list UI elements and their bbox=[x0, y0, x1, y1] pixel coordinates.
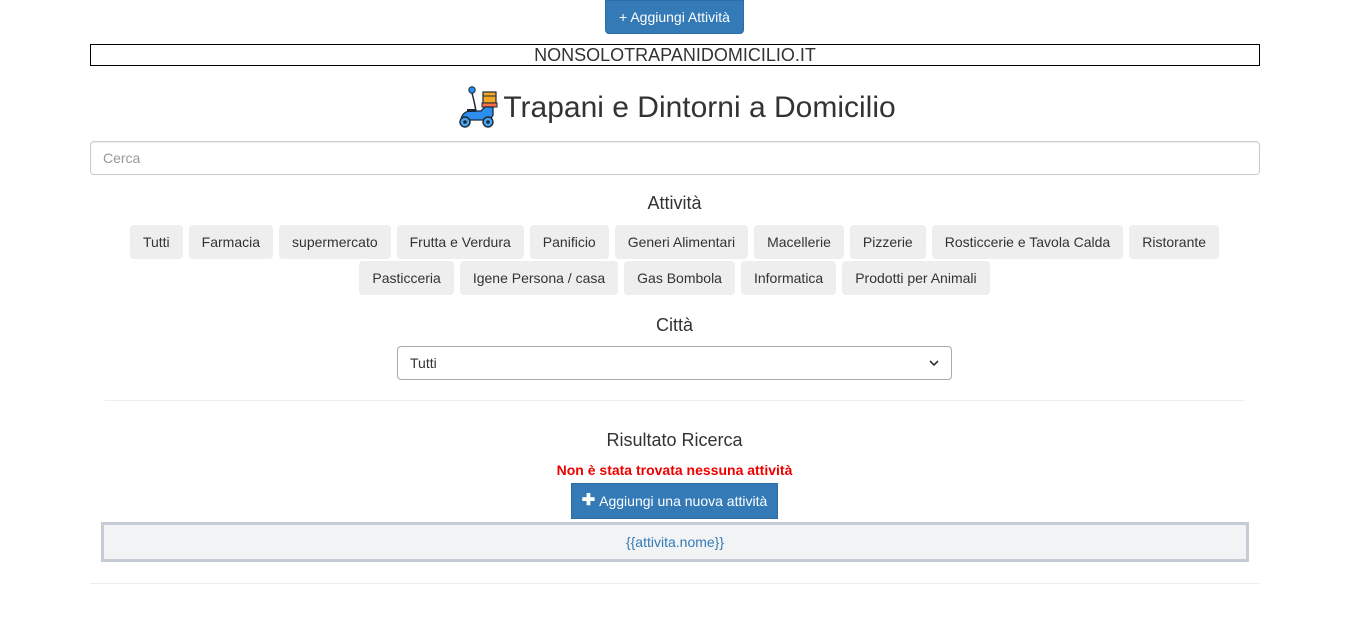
list-item: {{attivita.nome}} bbox=[101, 522, 1249, 562]
category-filter-row-2: Pasticceria Igene Persona / casa Gas Bom… bbox=[0, 261, 1349, 295]
add-new-activity-label: Aggiungi una nuova attività bbox=[599, 493, 768, 509]
category-button-prodotti-animali[interactable]: Prodotti per Animali bbox=[842, 261, 990, 295]
page-title-text: Trapani e Dintorni a Domicilio bbox=[503, 91, 896, 124]
city-heading: Città bbox=[655, 315, 693, 335]
category-button-panificio[interactable]: Panificio bbox=[529, 225, 609, 259]
category-button-generi-alimentari[interactable]: Generi Alimentari bbox=[614, 225, 749, 259]
chevron-down-icon bbox=[929, 360, 939, 367]
city-select-value: Tutti bbox=[410, 355, 437, 371]
results-heading: Risultato Ricerca bbox=[606, 430, 743, 450]
search-input[interactable] bbox=[90, 141, 1260, 175]
activity-name-link[interactable]: {{attivita.nome}} bbox=[626, 534, 724, 550]
divider bbox=[90, 583, 1260, 584]
site-brand-banner: NONSOLOTRAPANIDOMICILIO.IT bbox=[90, 44, 1260, 66]
add-new-activity-button[interactable]: ✚ Aggiungi una nuova attività bbox=[571, 483, 778, 519]
add-activity-button[interactable]: + Aggiungi Attività bbox=[605, 0, 744, 34]
divider bbox=[105, 400, 1245, 401]
category-button-gas-bombola[interactable]: Gas Bombola bbox=[624, 261, 735, 295]
categories-heading: Attività bbox=[647, 193, 702, 213]
category-button-macellerie[interactable]: Macellerie bbox=[754, 225, 844, 259]
category-button-tutti[interactable]: Tutti bbox=[129, 225, 183, 259]
no-results-message: Non è stata trovata nessuna attività bbox=[556, 462, 793, 478]
category-button-pasticceria[interactable]: Pasticceria bbox=[359, 261, 454, 295]
category-button-ristorante[interactable]: Ristorante bbox=[1129, 225, 1220, 259]
category-button-frutta-verdura[interactable]: Frutta e Verdura bbox=[396, 225, 524, 259]
category-button-informatica[interactable]: Informatica bbox=[740, 261, 837, 295]
category-button-supermercato[interactable]: supermercato bbox=[279, 225, 391, 259]
category-button-pizzerie[interactable]: Pizzerie bbox=[849, 225, 926, 259]
category-button-igene-persona[interactable]: Igene Persona / casa bbox=[459, 261, 619, 295]
city-select[interactable]: Tutti bbox=[397, 346, 952, 380]
page-title: Trapani e Dintorni a Domicilio bbox=[0, 84, 1349, 132]
category-filter-row-1: Tutti Farmacia supermercato Frutta e Ver… bbox=[0, 225, 1349, 259]
category-button-farmacia[interactable]: Farmacia bbox=[188, 225, 274, 259]
plus-icon: ✚ bbox=[581, 492, 596, 509]
category-button-rosticcerie[interactable]: Rosticcerie e Tavola Calda bbox=[931, 225, 1124, 259]
delivery-scooter-icon bbox=[459, 86, 498, 128]
